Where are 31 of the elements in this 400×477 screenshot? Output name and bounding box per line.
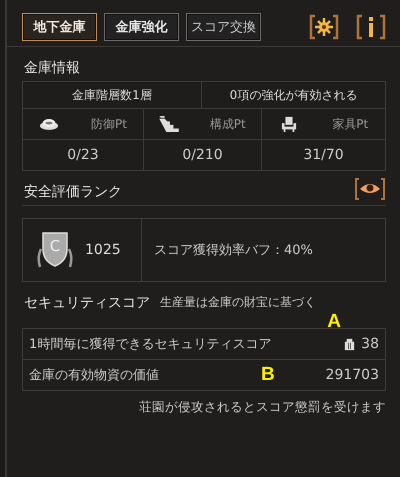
- point-label: 家具Pt: [332, 116, 368, 132]
- settings-icon[interactable]: [309, 13, 339, 41]
- score-label: 1時間毎に獲得できるセキュリティスコア: [29, 336, 272, 353]
- section-title: セキュリティスコア: [23, 294, 150, 313]
- point-label: 防御Pt: [91, 116, 127, 132]
- rank-letter: C: [48, 237, 62, 255]
- tab[interactable]: スコア交換: [186, 13, 261, 41]
- score-value: 38: [361, 336, 379, 352]
- buff-text: スコア獲得効率バフ：40%: [153, 242, 314, 260]
- tab[interactable]: 金庫強化: [104, 13, 179, 41]
- section-subtitle: 生産量は金庫の財宝に基づく: [160, 294, 316, 311]
- score-label: 金庫の有効物資の価値: [29, 367, 159, 384]
- bag-icon: [343, 338, 356, 350]
- annotation-label: A: [327, 311, 341, 333]
- section-title: 金庫情報: [23, 59, 81, 78]
- rank-score: 1025: [85, 242, 121, 258]
- tab[interactable]: 地下金庫: [22, 13, 97, 41]
- table-cell: 0/210: [144, 140, 262, 170]
- table-cell: 0/23: [23, 140, 144, 170]
- eye-icon[interactable]: [354, 177, 386, 201]
- point-label: 構成Pt: [210, 116, 246, 132]
- note-text: 荘園が侵攻されるとスコア懲罰を受けます: [138, 398, 386, 416]
- table-cell: 金庫階層数1層: [23, 82, 202, 108]
- table-cell-text: 0項の強化が有効される: [228, 86, 358, 104]
- dome-icon: [39, 116, 59, 132]
- info-icon[interactable]: [356, 13, 386, 41]
- stairs-icon: [159, 116, 180, 132]
- section-title: 安全評価ランク: [23, 183, 122, 202]
- table-cell-text: 31/70: [302, 146, 345, 165]
- score-value: 291703: [326, 367, 379, 383]
- annotation-label: B: [261, 364, 275, 386]
